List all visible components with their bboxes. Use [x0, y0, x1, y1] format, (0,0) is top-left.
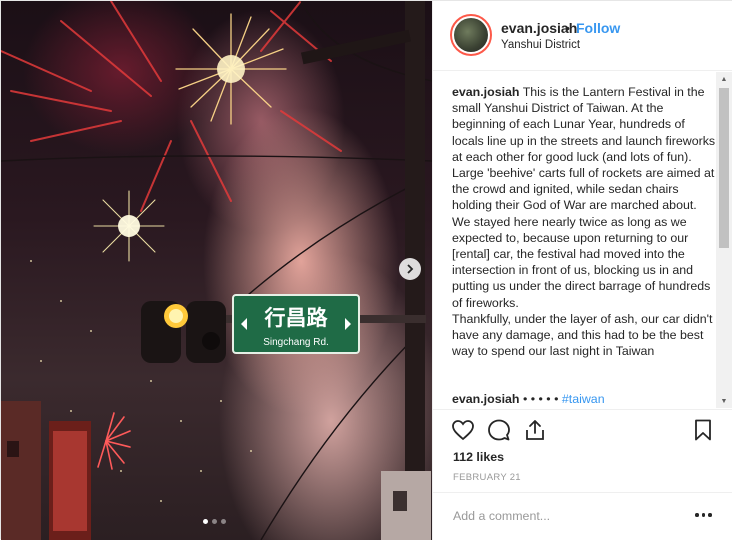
add-comment-bar: [433, 492, 732, 538]
post-header: evan.josiah • Follow Yanshui District: [433, 1, 732, 71]
comment-dots: • • • • •: [522, 392, 559, 406]
carousel-dot-active: [203, 519, 208, 524]
caption-paragraph-1: This is the Lantern Festival in the smal…: [452, 85, 716, 213]
scroll-down-arrow-icon[interactable]: ▼: [716, 394, 732, 408]
comments-area[interactable]: evan.josiah This is the Lantern Festival…: [433, 72, 732, 408]
caption-paragraph-3: Thankfully, under the layer of ash, our …: [452, 311, 713, 359]
share-icon[interactable]: [523, 418, 547, 442]
comments-scrollbar[interactable]: ▲ ▼: [716, 72, 732, 408]
location-link[interactable]: Yanshui District: [501, 39, 580, 51]
caption-username[interactable]: evan.josiah: [452, 85, 520, 99]
street-sign: 行昌路 Singchang Rd.: [232, 294, 360, 354]
heart-icon[interactable]: [451, 418, 475, 442]
caption-paragraph-2: We stayed here nearly twice as long as w…: [452, 214, 711, 310]
carousel-indicator: [203, 519, 226, 524]
carousel-dot: [221, 519, 226, 524]
scroll-up-arrow-icon[interactable]: ▲: [716, 72, 732, 86]
follow-button[interactable]: Follow: [576, 20, 620, 36]
carousel-dot: [212, 519, 217, 524]
more-options-icon[interactable]: [695, 507, 713, 523]
bookmark-icon[interactable]: [691, 418, 715, 442]
carousel-next-button[interactable]: [399, 258, 421, 280]
street-sign-romanized: Singchang Rd.: [263, 337, 329, 348]
comment-input[interactable]: [453, 506, 683, 526]
comment-username[interactable]: evan.josiah: [452, 392, 520, 406]
avatar-image: [454, 18, 488, 52]
avatar[interactable]: [450, 14, 492, 56]
street-sign-chinese: 行昌路: [264, 306, 329, 330]
likes-count[interactable]: 112 likes: [453, 450, 504, 464]
post-date[interactable]: FEBRUARY 21: [453, 472, 521, 483]
traffic-light: [141, 301, 226, 363]
header-separator: •: [565, 20, 570, 36]
post-details-panel: evan.josiah • Follow Yanshui District ev…: [432, 1, 732, 540]
comment-row: evan.josiah • • • • • #taiwan: [452, 392, 605, 406]
fireworks-scene: 行昌路 Singchang Rd.: [1, 1, 432, 540]
post-photo[interactable]: 行昌路 Singchang Rd.: [1, 1, 432, 540]
instagram-post: 行昌路 Singchang Rd. evan.josiah • Follow Y…: [0, 0, 732, 540]
comment-icon[interactable]: [487, 418, 511, 442]
action-bar: [433, 409, 732, 449]
scrollbar-thumb[interactable]: [719, 88, 729, 248]
hashtag-link[interactable]: #taiwan: [562, 392, 605, 406]
post-caption: evan.josiah This is the Lantern Festival…: [452, 84, 718, 359]
chevron-right-icon: [407, 264, 414, 274]
